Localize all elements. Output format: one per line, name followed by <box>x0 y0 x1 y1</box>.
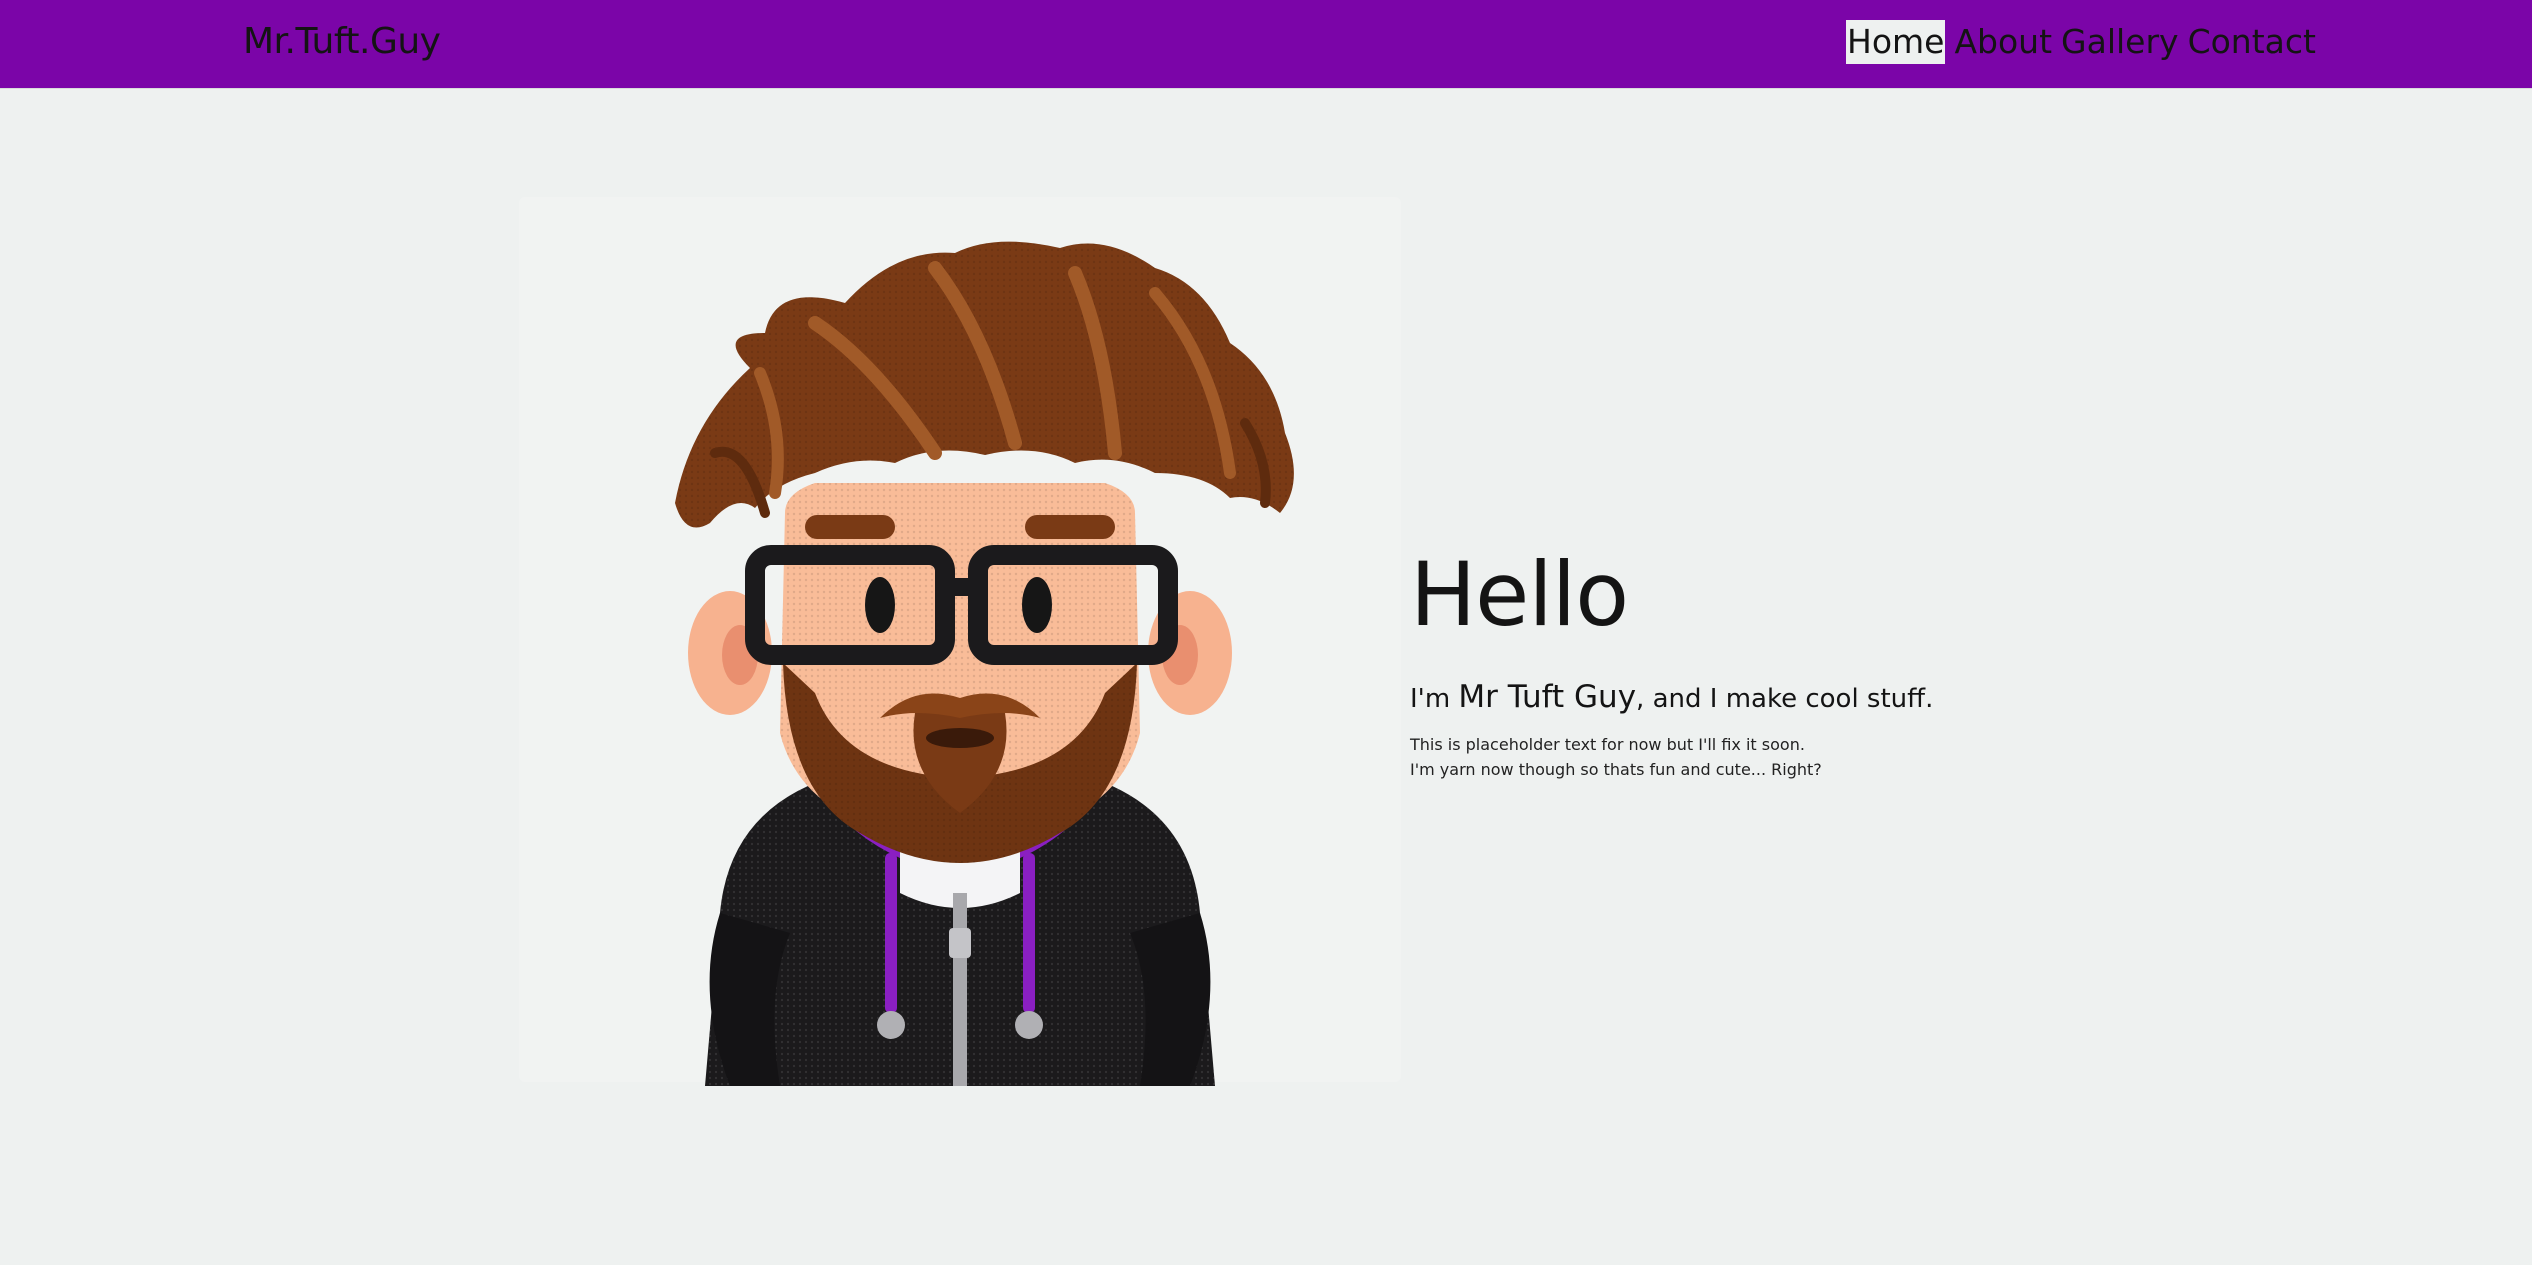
intro-name: Mr Tuft Guy <box>1458 679 1637 715</box>
navbar: Mr.Tuft.Guy Home About Gallery Contact <box>0 0 2532 88</box>
nav-link-contact[interactable]: Contact <box>2188 20 2316 64</box>
avatar-illustration <box>515 193 1405 1086</box>
hero-intro: I'm Mr Tuft Guy, and I make cool stuff. <box>1410 678 2310 718</box>
nav-link-about[interactable]: About <box>1954 20 2052 64</box>
hero-greeting: Hello <box>1410 543 1629 646</box>
nav-link-gallery[interactable]: Gallery <box>2061 20 2179 64</box>
hero-description: This is placeholder text for now but I'l… <box>1410 732 2310 782</box>
desc-line-1: This is placeholder text for now but I'l… <box>1410 735 1805 754</box>
nav-link-home[interactable]: Home <box>1846 20 1946 64</box>
nav-menu: Home About Gallery Contact <box>1846 20 2316 64</box>
brand-logo[interactable]: Mr.Tuft.Guy <box>243 18 441 66</box>
hero-text: Hello I'm Mr Tuft Guy, and I make cool s… <box>1410 540 2310 782</box>
intro-prefix: I'm <box>1410 684 1451 714</box>
intro-suffix: , and I make cool stuff. <box>1636 684 1934 714</box>
desc-line-2: I'm yarn now though so thats fun and cut… <box>1410 760 1822 779</box>
